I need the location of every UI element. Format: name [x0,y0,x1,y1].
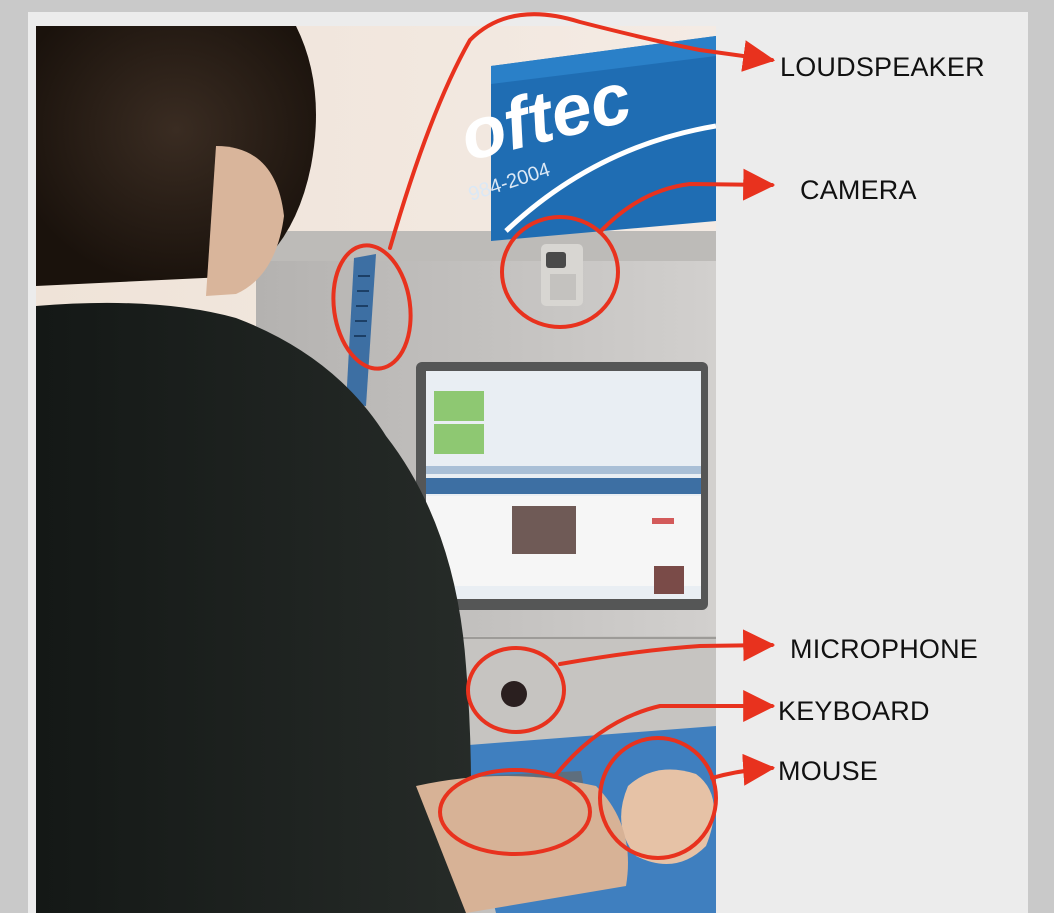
camera-device [541,244,583,306]
hand-on-mouse [621,769,714,864]
microphone-label: MICROPHONE [790,634,979,664]
loudspeaker-label: LOUDSPEAKER [780,52,985,82]
kiosk-sign: oftec 984-2004 [453,36,716,241]
camera-label: CAMERA [800,175,917,205]
keyboard-label: KEYBOARD [778,696,930,726]
monitor-screen [416,362,708,610]
kiosk-photo: oftec 984-2004 [36,26,716,913]
mouse-label: MOUSE [778,756,879,786]
microphone-device [501,681,527,707]
